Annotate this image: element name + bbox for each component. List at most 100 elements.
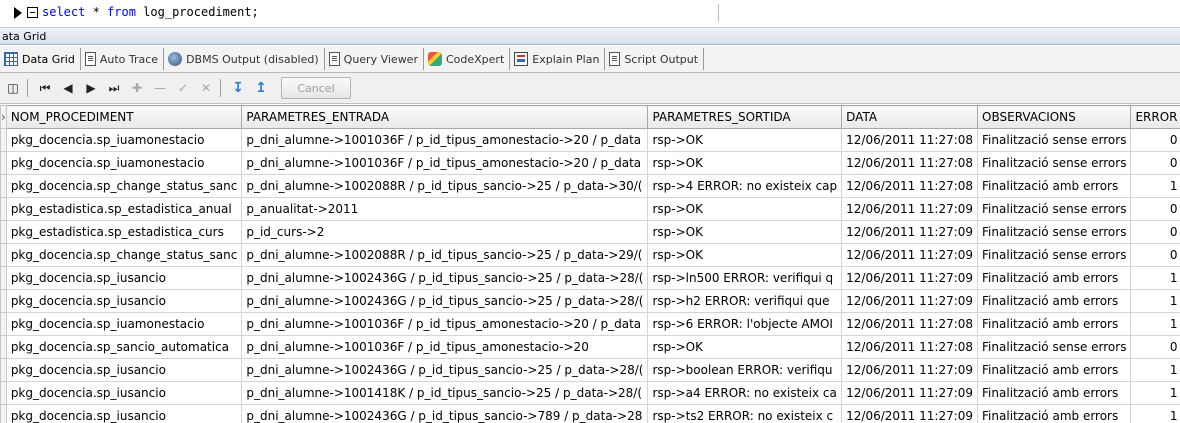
table-cell[interactable]: p_dni_alumne->1002088R / p_id_tipus_sanc… <box>241 243 649 267</box>
table-cell[interactable]: Finalització amb errors <box>977 381 1132 405</box>
tab-data-grid[interactable]: Data Grid <box>0 48 81 70</box>
column-header[interactable]: PARAMETRES_SORTIDA <box>647 105 843 129</box>
table-cell[interactable]: rsp->OK <box>647 197 843 221</box>
table-cell[interactable]: p_dni_alumne->1001036F / p_id_tipus_amon… <box>241 151 649 175</box>
table-cell[interactable]: 1 <box>1130 358 1180 382</box>
table-cell[interactable]: Finalització amb errors <box>977 312 1132 336</box>
table-cell[interactable]: pkg_docencia.sp_iuamonestacio <box>5 151 243 175</box>
table-cell[interactable]: pkg_docencia.sp_iusancio <box>5 404 243 423</box>
table-cell[interactable]: 0 <box>1130 335 1180 359</box>
table-row[interactable]: pkg_docencia.sp_iuamonestacio p_dni_alumn… <box>0 312 1180 336</box>
table-cell[interactable]: pkg_docencia.sp_iusancio <box>5 289 243 313</box>
table-cell[interactable]: rsp->6 ERROR: l'objecte AMOI <box>647 312 843 336</box>
insert-row-icon[interactable]: ✚ <box>127 78 147 98</box>
table-cell[interactable]: rsp->boolean ERROR: verifiqu <box>647 358 843 382</box>
table-cell[interactable]: rsp->a4 ERROR: no existeix ca <box>647 381 843 405</box>
table-cell[interactable]: 1 <box>1130 404 1180 423</box>
table-cell[interactable]: p_dni_alumne->1002436G / p_id_tipus_sanc… <box>241 289 649 313</box>
column-header[interactable]: NOM_PROCEDIMENT <box>5 105 243 129</box>
table-cell[interactable]: p_dni_alumne->1001036F / p_id_tipus_amon… <box>241 312 649 336</box>
table-cell[interactable]: 0 <box>1130 243 1180 267</box>
table-cell[interactable]: pkg_docencia.sp_change_status_sanc <box>5 243 243 267</box>
table-cell[interactable]: pkg_docencia.sp_sancio_automatica <box>5 335 243 359</box>
post-edit-icon[interactable]: ✓ <box>173 78 193 98</box>
column-header[interactable]: OBSERVACIONS <box>977 105 1132 129</box>
collapse-icon[interactable] <box>27 7 38 18</box>
table-cell[interactable]: rsp->OK <box>647 128 843 152</box>
column-header[interactable]: PARAMETRES_ENTRADA <box>241 105 649 129</box>
table-cell[interactable]: pkg_docencia.sp_iuamonestacio <box>5 312 243 336</box>
fetch-all-icon[interactable]: ↥ <box>251 78 271 98</box>
table-row[interactable]: pkg_docencia.sp_iusancio p_dni_alumne->10… <box>0 358 1180 382</box>
table-cell[interactable]: rsp->OK <box>647 335 843 359</box>
tab-query-viewer[interactable]: Query Viewer <box>325 48 424 70</box>
table-row[interactable]: pkg_docencia.sp_change_status_sanc p_dni_… <box>0 243 1180 267</box>
tab-dbms-output[interactable]: DBMS Output (disabled) <box>164 48 325 70</box>
table-cell[interactable]: p_dni_alumne->1002436G / p_id_tipus_sanc… <box>241 358 649 382</box>
table-cell[interactable]: rsp->OK <box>647 151 843 175</box>
table-cell[interactable]: 0 <box>1130 151 1180 175</box>
tab-explain-plan[interactable]: Explain Plan <box>510 48 606 70</box>
prev-record-icon[interactable]: ◀ <box>58 78 78 98</box>
table-cell[interactable]: pkg_docencia.sp_iusancio <box>5 358 243 382</box>
table-cell[interactable]: 0 <box>1130 197 1180 221</box>
table-cell[interactable]: Finalització amb errors <box>977 266 1132 290</box>
table-row[interactable]: pkg_docencia.sp_iusancio p_dni_alumne->10… <box>0 289 1180 313</box>
table-cell[interactable]: 0 <box>1130 128 1180 152</box>
table-cell[interactable]: pkg_estadistica.sp_estadistica_anual <box>5 197 243 221</box>
table-cell[interactable]: rsp->ts2 ERROR: no existeix c <box>647 404 843 423</box>
table-cell[interactable]: p_dni_alumne->1001036F / p_id_tipus_amon… <box>241 128 649 152</box>
table-cell[interactable]: p_dni_alumne->1002436G / p_id_tipus_sanc… <box>241 266 649 290</box>
sql-editor[interactable]: select * from log_procediment; <box>0 0 1180 28</box>
table-cell[interactable]: pkg_docencia.sp_iusancio <box>5 266 243 290</box>
table-cell[interactable]: Finalització amb errors <box>977 358 1132 382</box>
cancel-button[interactable]: Cancel <box>281 77 351 99</box>
execute-arrow-icon[interactable] <box>14 7 22 19</box>
table-cell[interactable]: p_dni_alumne->1002436G / p_id_tipus_sanc… <box>241 404 649 423</box>
export-icon[interactable]: ◫ <box>3 78 23 98</box>
table-cell[interactable]: 12/06/2011 11:27:09 <box>841 381 979 405</box>
table-cell[interactable]: Finalització sense errors <box>977 197 1132 221</box>
table-cell[interactable]: pkg_estadistica.sp_estadistica_curs <box>5 220 243 244</box>
column-header[interactable]: DATA <box>841 105 979 129</box>
table-cell[interactable]: 12/06/2011 11:27:09 <box>841 358 979 382</box>
cancel-edit-icon[interactable]: ✕ <box>196 78 216 98</box>
table-row[interactable]: pkg_docencia.sp_iusancio p_dni_alumne->10… <box>0 381 1180 405</box>
table-row[interactable]: pkg_docencia.sp_sancio_automatica p_dni_a… <box>0 335 1180 359</box>
table-row[interactable]: pkg_estadistica.sp_estadistica_anual p_an… <box>0 197 1180 221</box>
table-cell[interactable]: Finalització sense errors <box>977 151 1132 175</box>
table-cell[interactable]: rsp->h2 ERROR: verifiqui que <box>647 289 843 313</box>
table-row[interactable]: pkg_docencia.sp_change_status_sanc p_dni_… <box>0 174 1180 198</box>
table-cell[interactable]: 12/06/2011 11:27:09 <box>841 220 979 244</box>
table-cell[interactable]: 12/06/2011 11:27:08 <box>841 335 979 359</box>
table-cell[interactable]: rsp->OK <box>647 220 843 244</box>
table-row[interactable]: pkg_docencia.sp_iuamonestacio p_dni_alumn… <box>0 151 1180 175</box>
table-row[interactable]: pkg_docencia.sp_iuamonestacio p_dni_alumn… <box>0 128 1180 152</box>
column-header[interactable]: ERROR <box>1130 105 1180 129</box>
table-row[interactable]: pkg_docencia.sp_iusancio p_dni_alumne->10… <box>0 266 1180 290</box>
table-cell[interactable]: 12/06/2011 11:27:08 <box>841 151 979 175</box>
table-cell[interactable]: 12/06/2011 11:27:09 <box>841 289 979 313</box>
table-cell[interactable]: Finalització sense errors <box>977 335 1132 359</box>
table-cell[interactable]: Finalització amb errors <box>977 289 1132 313</box>
table-cell[interactable]: 1 <box>1130 312 1180 336</box>
table-row[interactable]: pkg_docencia.sp_iusancio p_dni_alumne->10… <box>0 404 1180 423</box>
table-cell[interactable]: 0 <box>1130 220 1180 244</box>
table-cell[interactable]: 12/06/2011 11:27:08 <box>841 128 979 152</box>
table-cell[interactable]: Finalització sense errors <box>977 220 1132 244</box>
table-cell[interactable]: Finalització sense errors <box>977 243 1132 267</box>
table-cell[interactable]: 1 <box>1130 266 1180 290</box>
tab-codexpert[interactable]: CodeXpert <box>424 48 511 70</box>
table-cell[interactable]: p_dni_alumne->1002088R / p_id_tipus_sanc… <box>241 174 649 198</box>
table-cell[interactable]: rsp->ln500 ERROR: verifiqui q <box>647 266 843 290</box>
table-cell[interactable]: Finalització amb errors <box>977 404 1132 423</box>
fetch-data-icon[interactable]: ↧ <box>228 78 248 98</box>
table-cell[interactable]: 1 <box>1130 174 1180 198</box>
table-cell[interactable]: pkg_docencia.sp_change_status_sanc <box>5 174 243 198</box>
table-row[interactable]: pkg_estadistica.sp_estadistica_curs p_id_… <box>0 220 1180 244</box>
table-cell[interactable]: 1 <box>1130 289 1180 313</box>
table-cell[interactable]: Finalització amb errors <box>977 174 1132 198</box>
next-record-icon[interactable]: ▶ <box>81 78 101 98</box>
tab-auto-trace[interactable]: Auto Trace <box>81 48 165 70</box>
table-cell[interactable]: 12/06/2011 11:27:09 <box>841 243 979 267</box>
